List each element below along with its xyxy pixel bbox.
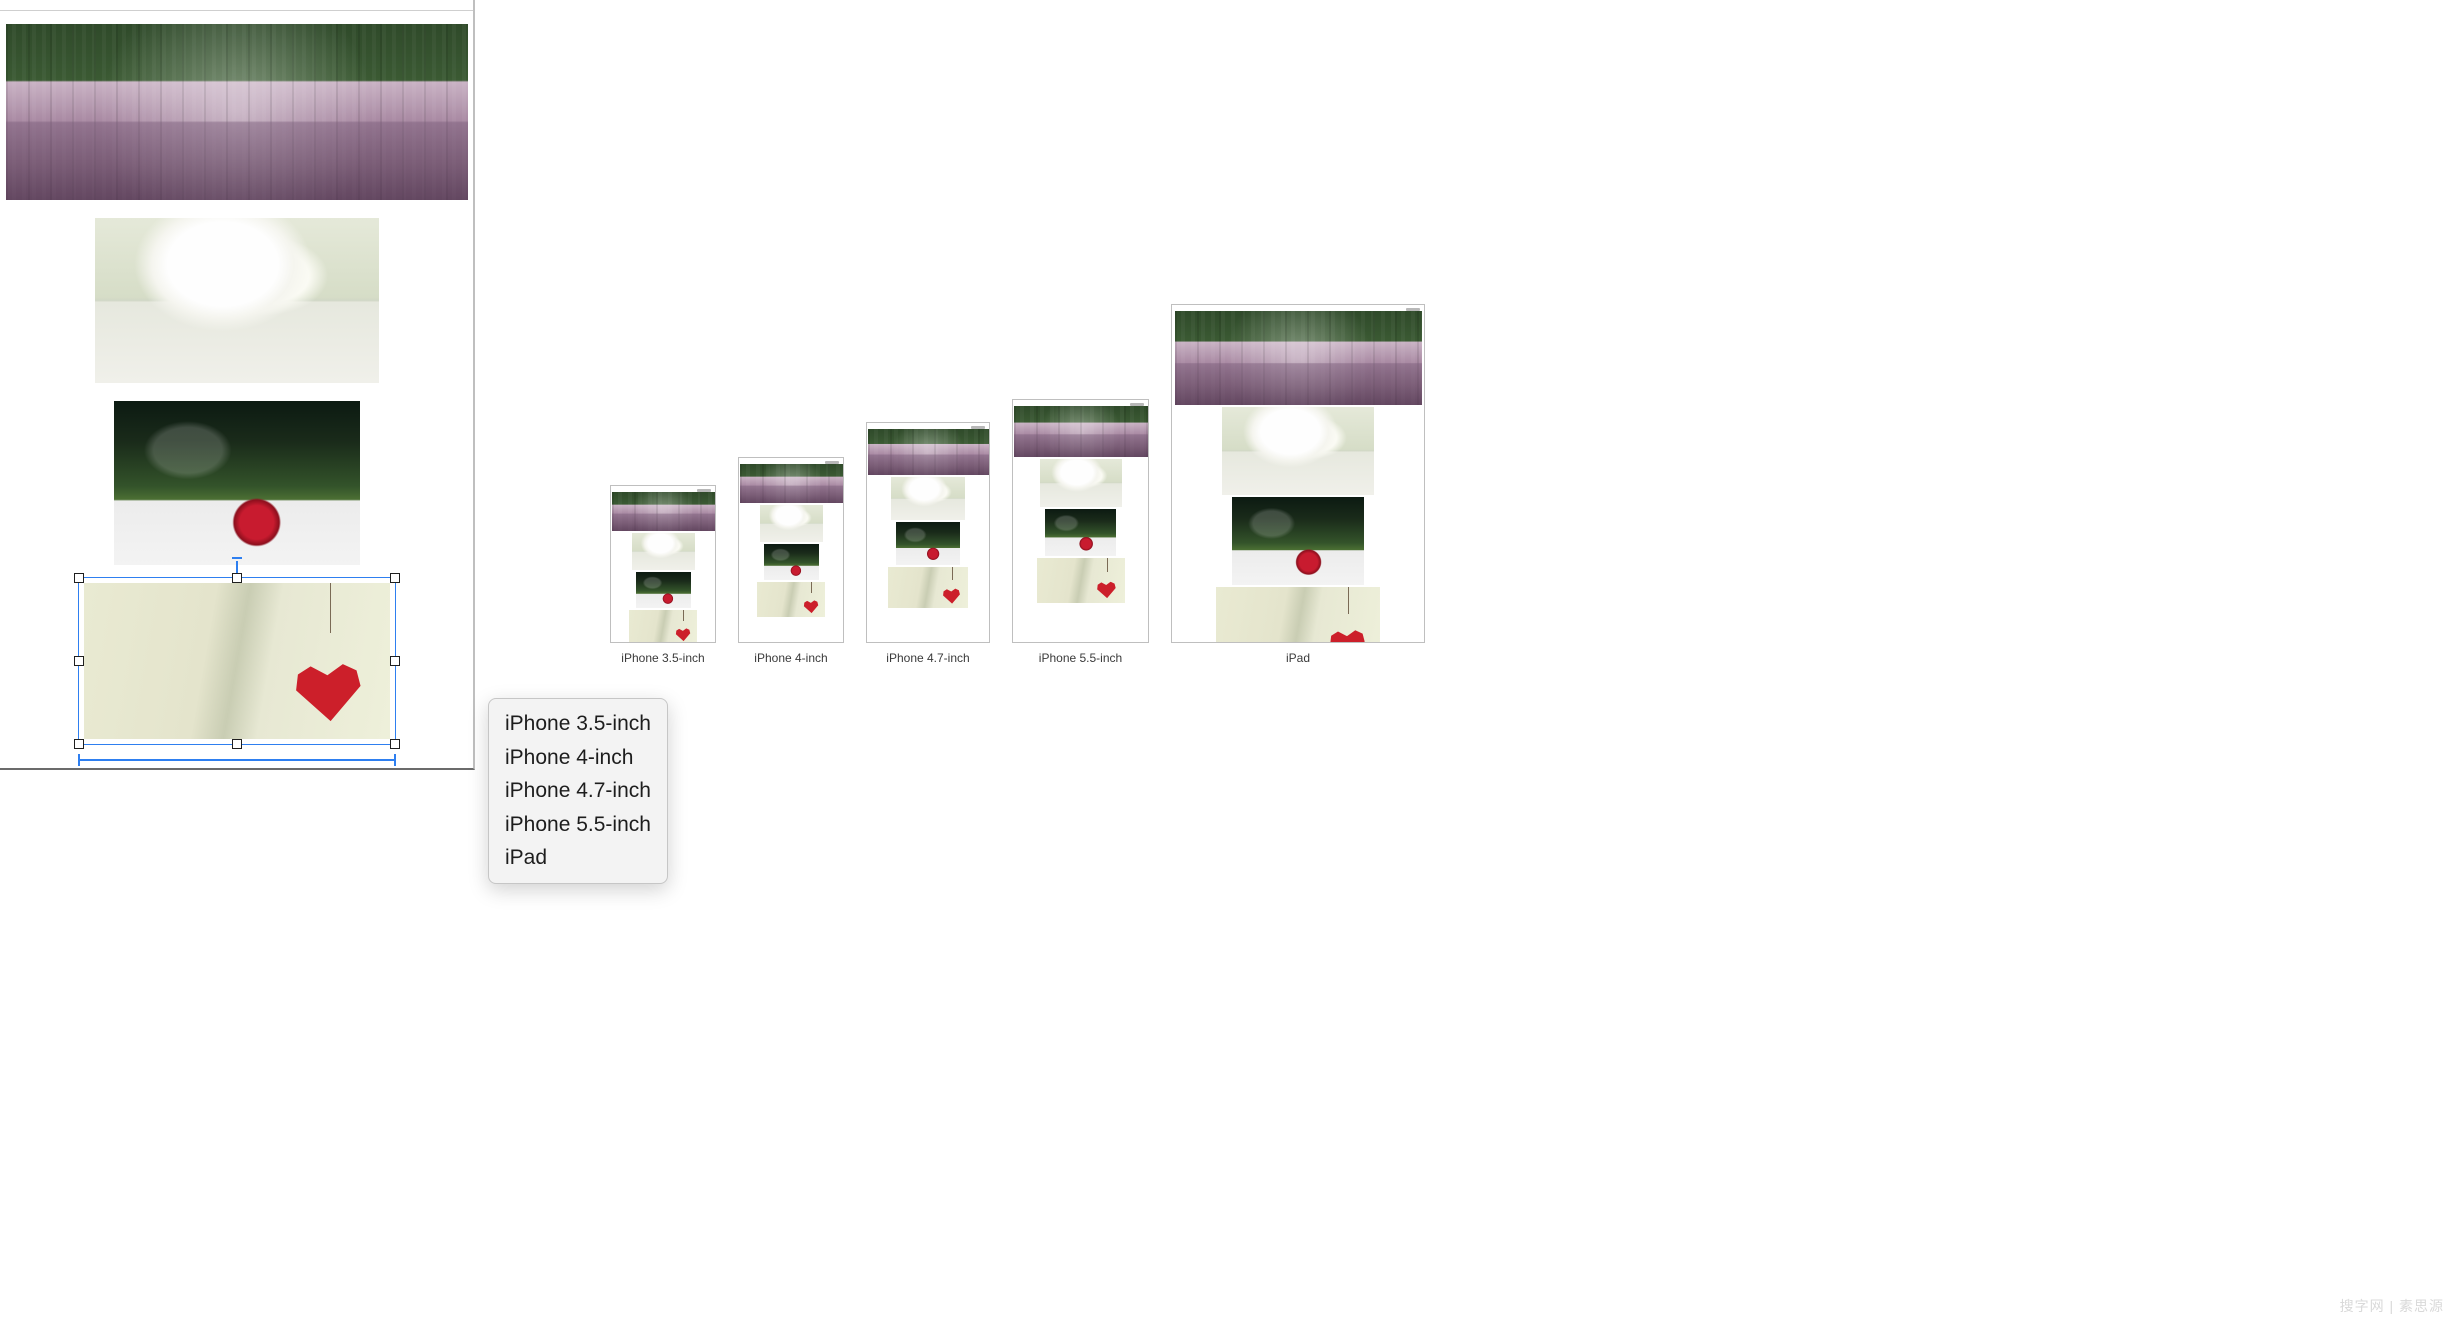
preview-image-flower: [760, 505, 823, 542]
preview-image-heart: [629, 610, 697, 643]
preview-image-bridge: [740, 464, 843, 503]
preview-image-heart: [1037, 558, 1125, 603]
resize-handle-top-mid[interactable]: [232, 573, 242, 583]
imageview-bridge[interactable]: [6, 24, 468, 200]
preview-image-bridge: [868, 429, 989, 475]
preview-image-bridge: [612, 492, 715, 531]
preview-stack: [1013, 400, 1148, 603]
heart-icon: [803, 598, 820, 615]
heart-icon: [1096, 579, 1119, 601]
heart-icon: [1326, 626, 1368, 643]
heart-icon: [675, 626, 692, 643]
preview-image-rose: [636, 572, 691, 608]
popover-item-ipad[interactable]: iPad: [503, 841, 653, 875]
preview-image-flower: [1040, 459, 1122, 507]
interface-builder-canvas[interactable]: [0, 0, 475, 770]
preview-image-bridge: [1175, 311, 1422, 405]
imageview-flower[interactable]: [95, 218, 379, 383]
preview-image-flower: [1222, 407, 1374, 495]
preview-label-iphone-5-5: iPhone 5.5-inch: [1039, 651, 1122, 665]
preview-stack: [611, 486, 715, 643]
resize-handle-top-right[interactable]: [390, 573, 400, 583]
heart-string-decoration: [1107, 558, 1108, 572]
imageview-heart[interactable]: [84, 583, 390, 739]
preview-image-rose: [1232, 497, 1364, 585]
imageview-heart-selected[interactable]: [84, 583, 390, 739]
preview-image-flower: [891, 477, 965, 520]
device-popover[interactable]: iPhone 3.5-inch iPhone 4-inch iPhone 4.7…: [488, 698, 668, 884]
preview-image-rose: [1045, 509, 1116, 556]
preview-image-heart: [757, 582, 825, 617]
preview-device-iphone-4-7[interactable]: iPhone 4.7-inch: [866, 422, 990, 665]
popover-item-iphone-4-7[interactable]: iPhone 4.7-inch: [503, 774, 653, 808]
preview-image-heart: [1216, 587, 1380, 643]
imageview-rose[interactable]: [114, 401, 360, 565]
preview-screen-iphone-5-5: [1012, 399, 1149, 643]
resize-handle-bottom-right[interactable]: [390, 739, 400, 749]
preview-label-ipad: iPad: [1286, 651, 1310, 665]
preview-device-iphone-3-5[interactable]: iPhone 3.5-inch: [610, 485, 716, 665]
resize-handle-mid-right[interactable]: [390, 656, 400, 666]
resize-handle-bottom-mid[interactable]: [232, 739, 242, 749]
preview-device-iphone-5-5[interactable]: iPhone 5.5-inch: [1012, 399, 1149, 665]
heart-string-decoration: [1348, 587, 1349, 614]
preview-label-iphone-4-7: iPhone 4.7-inch: [886, 651, 969, 665]
preview-device-ipad[interactable]: iPad: [1171, 304, 1425, 665]
preview-label-iphone-4: iPhone 4-inch: [754, 651, 827, 665]
heart-icon: [289, 655, 367, 732]
preview-image-bridge: [1014, 406, 1148, 457]
preview-image-heart: [888, 567, 968, 608]
popover-item-iphone-4[interactable]: iPhone 4-inch: [503, 741, 653, 775]
preview-image-flower: [632, 533, 695, 570]
heart-string-decoration: [811, 582, 812, 593]
popover-item-iphone-5-5[interactable]: iPhone 5.5-inch: [503, 808, 653, 842]
preview-stack: [739, 458, 843, 617]
heart-string-decoration: [683, 610, 684, 621]
preview-screen-ipad: [1171, 304, 1425, 643]
resize-handle-mid-left[interactable]: [74, 656, 84, 666]
constraint-bar-bottom[interactable]: [78, 759, 396, 761]
preview-image-rose: [764, 544, 819, 580]
heart-icon: [942, 586, 962, 606]
preview-screen-iphone-4-7: [866, 422, 990, 643]
preview-stack: [867, 423, 989, 608]
preview-screen-iphone-3-5: [610, 485, 716, 643]
heart-string-decoration: [952, 567, 953, 580]
constraint-indicator-top: [236, 561, 238, 573]
preview-image-rose: [896, 522, 960, 565]
preview-stack: [1172, 305, 1424, 643]
popover-item-iphone-3-5[interactable]: iPhone 3.5-inch: [503, 707, 653, 741]
preview-label-iphone-3-5: iPhone 3.5-inch: [621, 651, 704, 665]
preview-assistant-row: iPhone 3.5-inch iPhone 4-inch iPhone 4.7-i…: [610, 304, 1425, 665]
heart-string-decoration: [330, 583, 331, 633]
resize-handle-bottom-left[interactable]: [74, 739, 84, 749]
watermark-text: 搜字网 | 素思源: [2340, 1296, 2444, 1316]
resize-handle-top-left[interactable]: [74, 573, 84, 583]
preview-device-iphone-4[interactable]: iPhone 4-inch: [738, 457, 844, 665]
preview-screen-iphone-4: [738, 457, 844, 643]
